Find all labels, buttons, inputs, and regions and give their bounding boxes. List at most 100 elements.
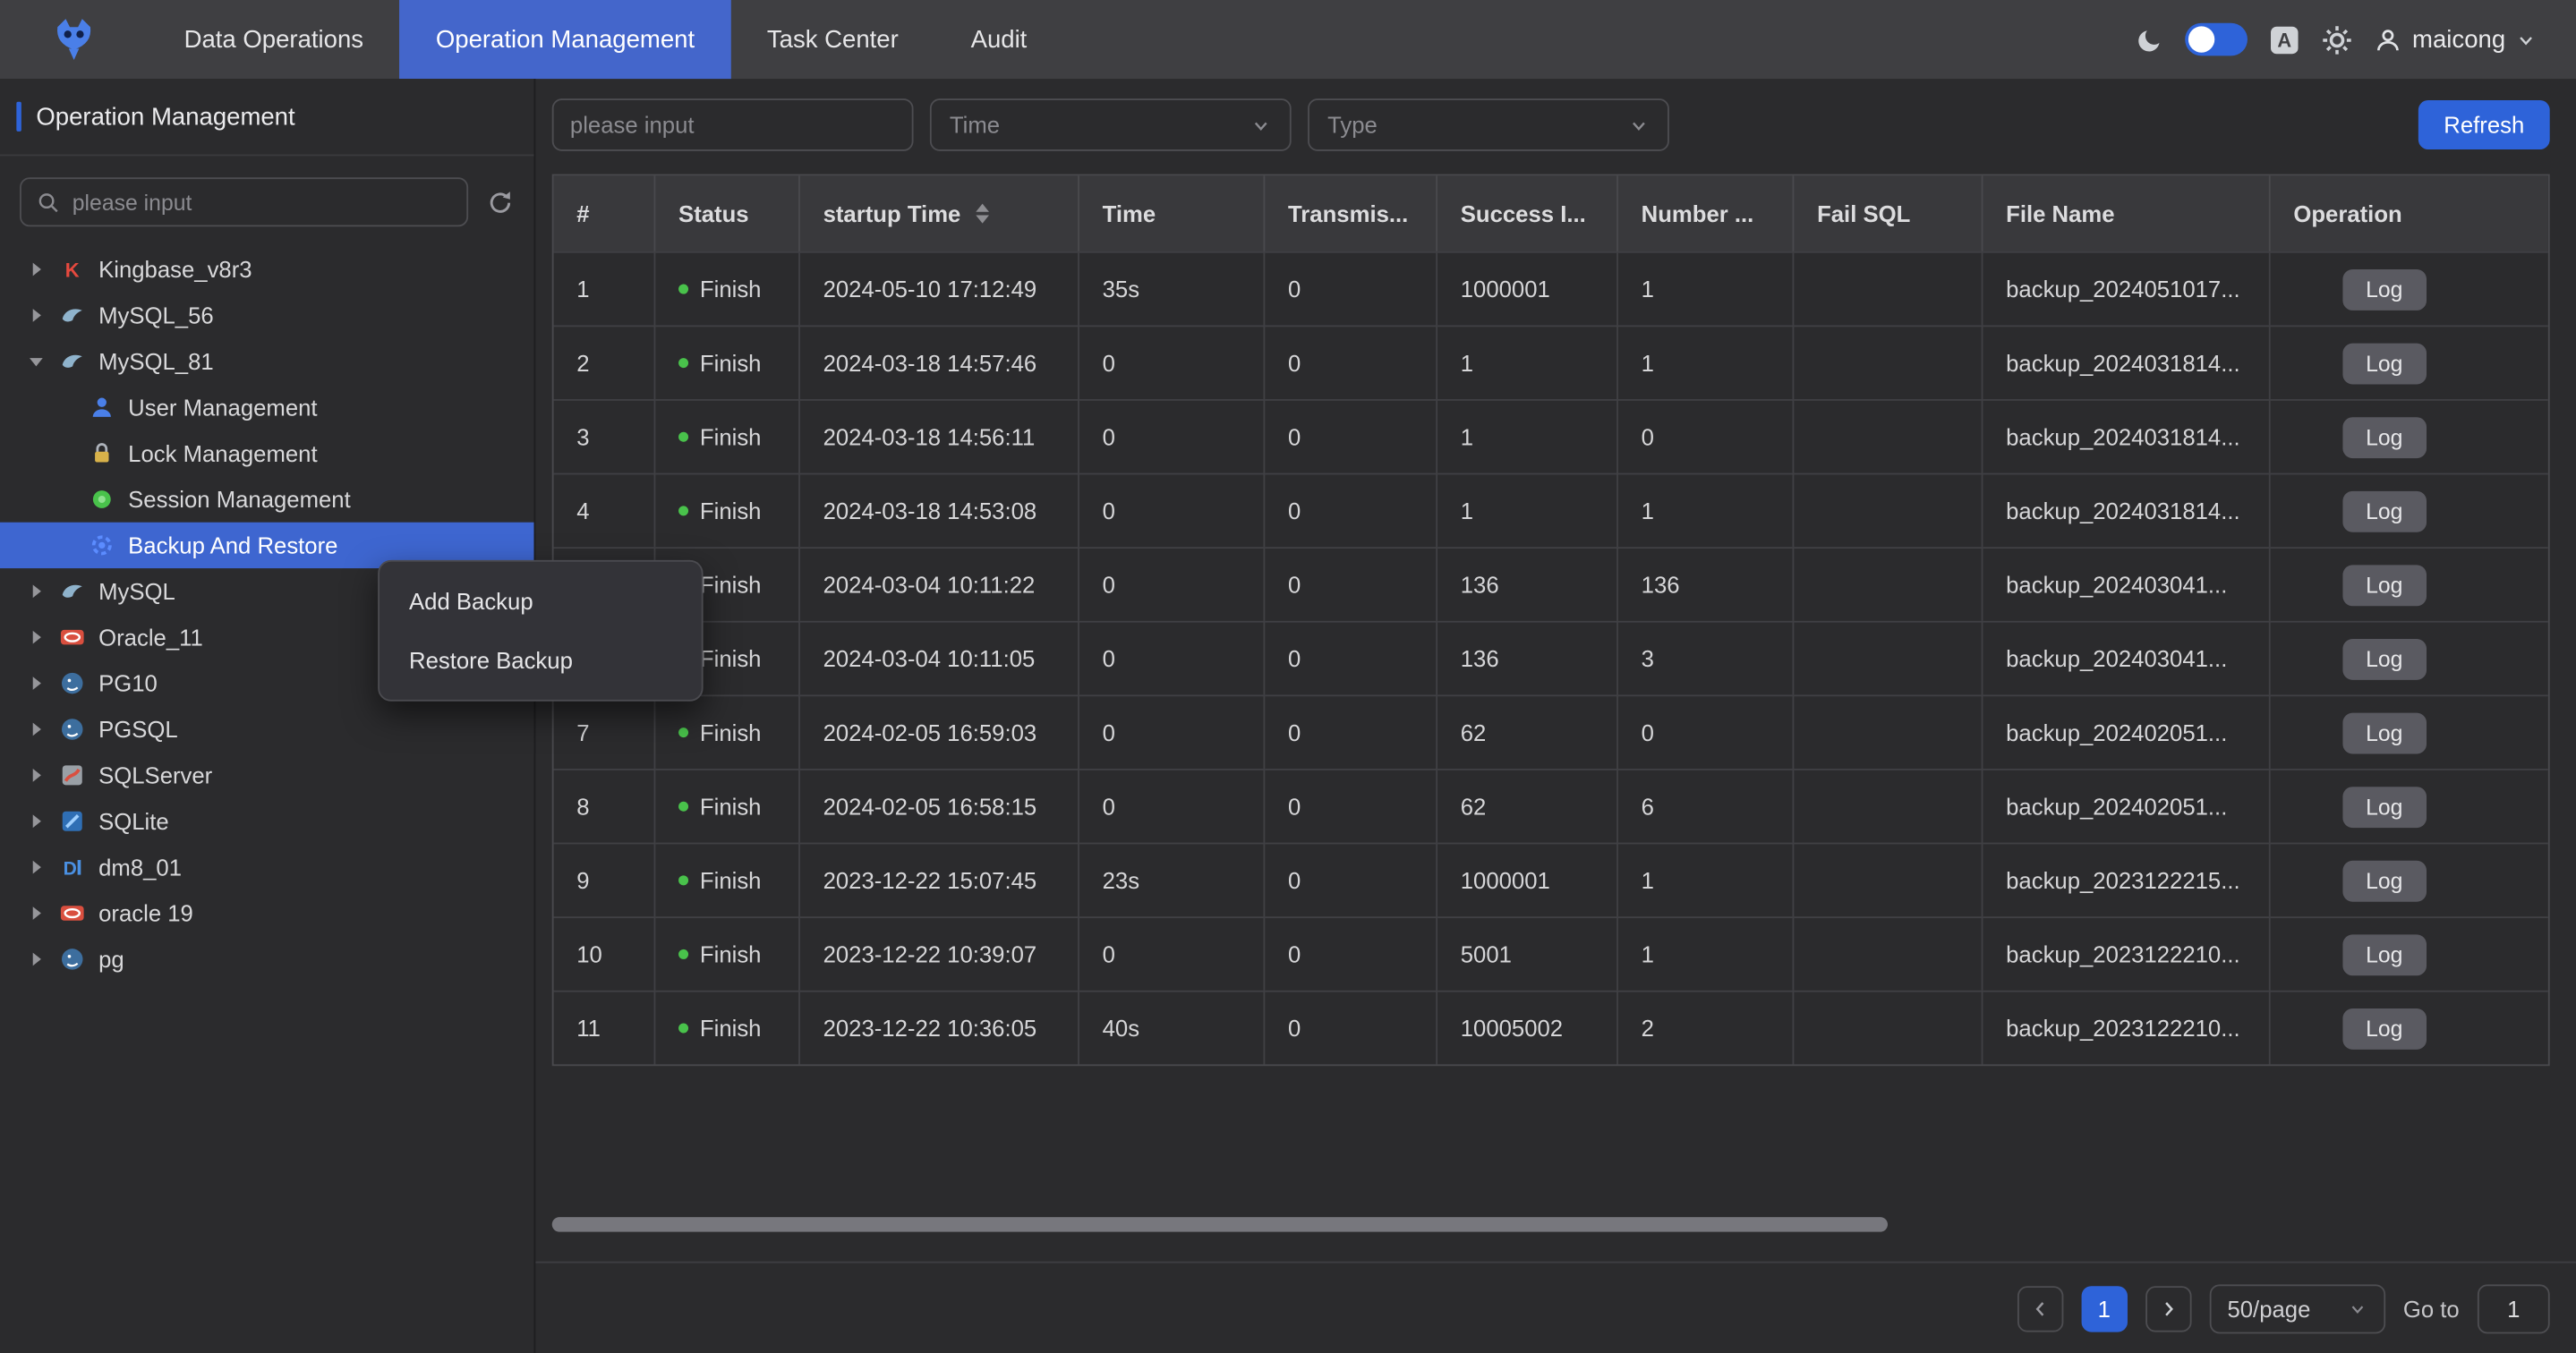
- language-icon[interactable]: A: [2269, 24, 2300, 55]
- tree-item-label: dm8_01: [98, 854, 182, 880]
- goto-page-input[interactable]: [2478, 1283, 2550, 1332]
- table-row: 5Finish2024-03-04 10:11:2200136136backup…: [554, 547, 2548, 621]
- theme-toggle[interactable]: [2186, 23, 2248, 56]
- log-button[interactable]: Log: [2342, 860, 2426, 901]
- cell-startup-time: 2024-02-05 16:59:03: [800, 694, 1079, 769]
- refresh-button[interactable]: Refresh: [2418, 100, 2550, 149]
- sidebar-item-lock-management[interactable]: Lock Management: [0, 430, 534, 476]
- cell-index: 2: [554, 325, 656, 399]
- time-select[interactable]: Time: [930, 98, 1292, 151]
- cell-fail-sql: [1794, 251, 1983, 326]
- sidebar-item-dm8-01[interactable]: D dm8_01: [0, 844, 534, 889]
- horizontal-scrollbar-thumb[interactable]: [552, 1217, 1888, 1232]
- expand-arrow-icon[interactable]: [23, 808, 49, 834]
- sidebar-item-mysql-56[interactable]: MySQL_56: [0, 293, 534, 338]
- table-row: 6Finish2024-03-04 10:11:05001363backup_2…: [554, 621, 2548, 695]
- sidebar-item-sqlite[interactable]: SQLite: [0, 798, 534, 844]
- menu-item-add-backup[interactable]: Add Backup: [380, 572, 702, 631]
- page-number-1[interactable]: 1: [2081, 1285, 2127, 1331]
- log-button[interactable]: Log: [2342, 416, 2426, 457]
- log-button[interactable]: Log: [2342, 638, 2426, 679]
- cell-index: 9: [554, 843, 656, 917]
- sidebar-item-session-management[interactable]: Session Management: [0, 476, 534, 522]
- cell-success: 62: [1437, 769, 1618, 843]
- log-button[interactable]: Log: [2342, 933, 2426, 974]
- postgres-icon: [59, 716, 85, 742]
- column-header-operation: Operation: [2271, 175, 2548, 251]
- log-button[interactable]: Log: [2342, 564, 2426, 605]
- nav-item-task-center[interactable]: Task Center: [731, 0, 935, 79]
- next-page-button[interactable]: [2145, 1285, 2191, 1331]
- main-content: Time Type Refresh #Statusstartup TimeTim…: [535, 79, 2576, 1353]
- filter-search-input[interactable]: [570, 112, 895, 138]
- sidebar-item-mysql-81[interactable]: MySQL_81: [0, 338, 534, 384]
- log-button[interactable]: Log: [2342, 343, 2426, 384]
- menu-item-restore-backup[interactable]: Restore Backup: [380, 631, 702, 690]
- expand-arrow-icon[interactable]: [23, 946, 49, 972]
- mysql-icon: [59, 302, 85, 328]
- nav-item-data-operations[interactable]: Data Operations: [148, 0, 399, 79]
- expand-arrow-icon[interactable]: [23, 716, 49, 742]
- sidebar-item-oracle-19[interactable]: oracle 19: [0, 890, 534, 936]
- expand-arrow-icon[interactable]: [23, 256, 49, 282]
- cell-fail-sql: [1794, 399, 1983, 473]
- sidebar-item-pgsql[interactable]: PGSQL: [0, 706, 534, 752]
- cell-startup-time: 2024-03-18 14:56:11: [800, 399, 1079, 473]
- log-button[interactable]: Log: [2342, 786, 2426, 827]
- expand-arrow-icon[interactable]: [23, 348, 49, 374]
- user-icon: [2375, 25, 2402, 53]
- chevron-left-icon: [2030, 1298, 2050, 1318]
- log-button[interactable]: Log: [2342, 490, 2426, 532]
- prev-page-button[interactable]: [2017, 1285, 2063, 1331]
- expand-arrow-icon[interactable]: [23, 854, 49, 880]
- expand-arrow-icon[interactable]: [23, 762, 49, 788]
- sort-icon[interactable]: [976, 204, 989, 224]
- gear-icon[interactable]: [2322, 24, 2353, 55]
- expand-arrow-icon[interactable]: [23, 302, 49, 328]
- page-size-value: 50/page: [2227, 1295, 2310, 1321]
- cell-operation: Log: [2271, 547, 2548, 621]
- tree-item-label: MySQL: [98, 578, 175, 604]
- cell-file-name: backup_202402051...: [1983, 694, 2270, 769]
- sidebar-item-pg[interactable]: pg: [0, 936, 534, 982]
- sidebar-item-kingbase-v8r3[interactable]: K Kingbase_v8r3: [0, 246, 534, 292]
- log-button[interactable]: Log: [2342, 1008, 2426, 1049]
- sidebar-search-input[interactable]: [73, 190, 452, 215]
- expand-arrow-icon[interactable]: [23, 670, 49, 696]
- tree-item-label: PGSQL: [98, 716, 178, 742]
- sidebar-item-sqlserver[interactable]: SQLServer: [0, 753, 534, 798]
- log-button[interactable]: Log: [2342, 268, 2426, 310]
- type-select[interactable]: Type: [1308, 98, 1669, 151]
- cell-transmission: 0: [1265, 769, 1437, 843]
- cell-number: 0: [1618, 399, 1794, 473]
- tree-item-label: SQLite: [98, 808, 169, 834]
- chevron-right-icon: [2158, 1298, 2178, 1318]
- cell-index: 3: [554, 399, 656, 473]
- tree-item-label: User Management: [128, 395, 317, 421]
- column-header-number: Number ...: [1618, 175, 1794, 251]
- app-logo: [0, 0, 148, 79]
- column-header-transmis: Transmis...: [1265, 175, 1437, 251]
- cell-status: Finish: [655, 769, 800, 843]
- tree-item-label: Kingbase_v8r3: [98, 256, 252, 282]
- refresh-tree-icon[interactable]: [486, 188, 514, 216]
- tree-item-label: MySQL_81: [98, 348, 214, 374]
- status-dot: [678, 875, 688, 885]
- expand-arrow-icon[interactable]: [23, 578, 49, 604]
- page-size-select[interactable]: 50/page: [2209, 1283, 2384, 1332]
- expand-arrow-icon[interactable]: [23, 624, 49, 650]
- cell-startup-time: 2024-03-04 10:11:22: [800, 547, 1079, 621]
- cell-transmission: 0: [1265, 251, 1437, 326]
- type-select-value: Type: [1327, 112, 1378, 138]
- nav-item-operation-management[interactable]: Operation Management: [399, 0, 730, 79]
- column-header-file-name: File Name: [1983, 175, 2270, 251]
- status-dot: [678, 506, 688, 515]
- log-button[interactable]: Log: [2342, 712, 2426, 753]
- cell-time: 0: [1079, 473, 1265, 548]
- sidebar-item-user-management[interactable]: User Management: [0, 385, 534, 430]
- nav-item-audit[interactable]: Audit: [934, 0, 1063, 79]
- column-header-startup-time[interactable]: startup Time: [800, 175, 1079, 251]
- oracle-icon: [59, 900, 85, 926]
- expand-arrow-icon[interactable]: [23, 900, 49, 926]
- user-menu[interactable]: maicong: [2375, 25, 2537, 53]
